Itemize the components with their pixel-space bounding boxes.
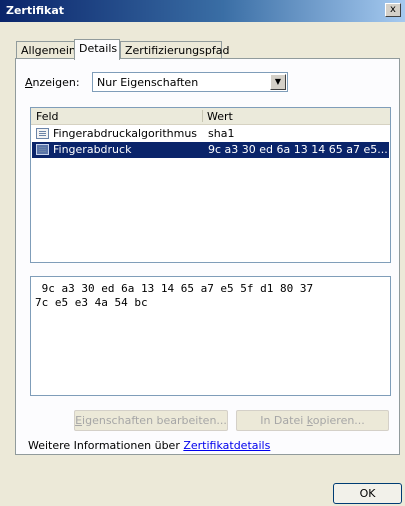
edit-properties-button[interactable]: Eigenschaften bearbeiten... [74, 410, 228, 431]
column-divider[interactable] [202, 110, 203, 122]
tab-allgemein[interactable]: Allgemein [16, 41, 76, 58]
show-select-value: Nur Eigenschaften [97, 76, 199, 89]
field-name: Fingerabdruckalgorithmus [53, 127, 198, 140]
close-button[interactable]: x [385, 3, 401, 17]
tab-label: Allgemein [21, 44, 76, 57]
tab-zertifizierungspfad[interactable]: Zertifizierungspfad [120, 41, 229, 58]
show-label: Anzeigen: [25, 76, 80, 89]
title-bar[interactable]: Zertifikat x [0, 0, 405, 22]
list-item[interactable]: Fingerabdruckalgorithmus sha1 [32, 126, 389, 142]
window-title: Zertifikat [6, 4, 65, 17]
more-info-text: Weitere Informationen über Zertifikatdet… [28, 439, 271, 452]
chevron-down-icon[interactable]: ▼ [270, 74, 286, 90]
certificate-dialog: Zertifikat x Allgemein Details Zertifizi… [0, 0, 405, 506]
field-value: sha1 [208, 127, 235, 140]
column-header-feld[interactable]: Feld [36, 110, 59, 123]
fields-list[interactable]: Feld Wert Fingerabdruckalgorithmus sha1 … [30, 107, 391, 263]
tab-details[interactable]: Details [74, 39, 120, 60]
list-item-selected[interactable]: Fingerabdruck 9c a3 30 ed 6a 13 14 65 a7… [32, 142, 389, 158]
tab-label: Zertifizierungspfad [125, 44, 230, 57]
copy-to-file-button[interactable]: In Datei kopieren... [236, 410, 389, 431]
ok-button[interactable]: OK [333, 483, 402, 504]
column-header-wert[interactable]: Wert [207, 110, 233, 123]
list-header: Feld Wert [31, 108, 390, 125]
field-name: Fingerabdruck [53, 143, 132, 156]
field-value: 9c a3 30 ed 6a 13 14 65 a7 e5... [208, 143, 388, 156]
certificate-details-link[interactable]: Zertifikatdetails [183, 439, 270, 452]
show-select[interactable]: Nur Eigenschaften ▼ [92, 72, 288, 92]
value-detail-box[interactable]: 9c a3 30 ed 6a 13 14 65 a7 e5 5f d1 80 3… [30, 276, 391, 396]
certificate-field-icon [36, 128, 49, 139]
certificate-field-icon [36, 144, 49, 155]
tab-label: Details [79, 42, 118, 55]
